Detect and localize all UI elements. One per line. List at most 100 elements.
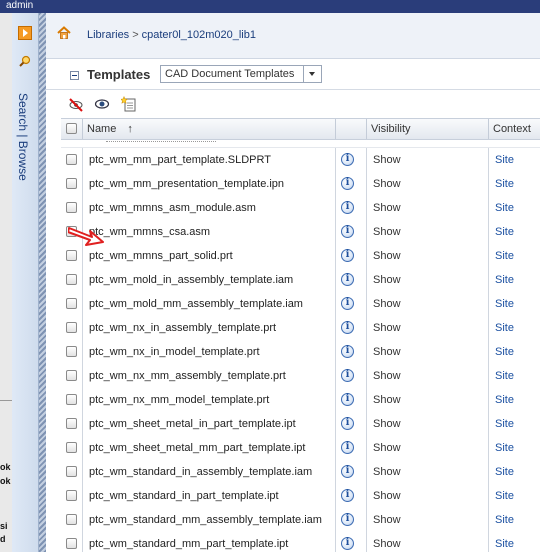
info-icon[interactable] bbox=[341, 369, 354, 382]
context-link[interactable]: Site bbox=[495, 514, 514, 526]
view-icon[interactable] bbox=[94, 96, 110, 112]
row-checkbox[interactable] bbox=[66, 442, 77, 453]
row-checkbox[interactable] bbox=[66, 418, 77, 429]
context-link[interactable]: Site bbox=[495, 490, 514, 502]
info-icon[interactable] bbox=[341, 441, 354, 454]
template-name[interactable]: ptc_wm_nx_mm_assembly_template.prt bbox=[89, 370, 286, 382]
context-link[interactable]: Site bbox=[495, 154, 514, 166]
panel-splitter[interactable] bbox=[39, 13, 46, 552]
context-link[interactable]: Site bbox=[495, 466, 514, 478]
header-context[interactable]: Context bbox=[489, 119, 540, 139]
template-type-select[interactable]: CAD Document Templates bbox=[160, 65, 322, 83]
table-row[interactable]: ptc_wm_mmns_asm_module.asm Show Site bbox=[61, 196, 540, 221]
table-row[interactable]: ptc_wm_standard_in_part_template.ipt Show… bbox=[61, 484, 540, 509]
table-row[interactable]: ptc_wm_mm_presentation_template.ipn Show S… bbox=[61, 172, 540, 197]
table-row[interactable]: ptc_wm_nx_in_model_template.prt Show Site bbox=[61, 340, 540, 365]
row-checkbox[interactable] bbox=[66, 250, 77, 261]
template-name[interactable]: ptc_wm_mm_part_template.SLDPRT bbox=[89, 154, 271, 166]
table-row[interactable]: ptc_wm_standard_in_assembly_template.iam… bbox=[61, 460, 540, 485]
table-row[interactable]: ptc_wm_nx_mm_assembly_template.prt Show Si… bbox=[61, 364, 540, 389]
row-checkbox[interactable] bbox=[66, 274, 77, 285]
breadcrumb-libraries-link[interactable]: Libraries bbox=[87, 29, 129, 41]
row-checkbox[interactable] bbox=[66, 394, 77, 405]
header-visibility[interactable]: Visibility bbox=[367, 119, 489, 139]
table-row[interactable]: ptc_wm_standard_mm_part_template.ipt Show… bbox=[61, 532, 540, 552]
context-link[interactable]: Site bbox=[495, 442, 514, 454]
home-icon[interactable] bbox=[57, 26, 71, 40]
context-link[interactable]: Site bbox=[495, 274, 514, 286]
context-link[interactable]: Site bbox=[495, 202, 514, 214]
search-browse-tabs[interactable]: Search | Browse bbox=[16, 93, 30, 181]
info-icon[interactable] bbox=[341, 393, 354, 406]
breadcrumb-library-link[interactable]: cpater0l_102m020_lib1 bbox=[142, 29, 256, 41]
info-icon[interactable] bbox=[341, 153, 354, 166]
row-checkbox[interactable] bbox=[66, 514, 77, 525]
context-link[interactable]: Site bbox=[495, 322, 514, 334]
row-checkbox[interactable] bbox=[66, 322, 77, 333]
row-checkbox[interactable] bbox=[66, 490, 77, 501]
template-name[interactable]: ptc_wm_nx_in_assembly_template.prt bbox=[89, 322, 276, 334]
info-icon[interactable] bbox=[341, 225, 354, 238]
info-icon[interactable] bbox=[341, 321, 354, 334]
row-checkbox[interactable] bbox=[66, 298, 77, 309]
table-row[interactable]: ptc_wm_mmns_csa.asm Show Site bbox=[61, 220, 540, 245]
row-checkbox[interactable] bbox=[66, 178, 77, 189]
template-name[interactable]: ptc_wm_standard_in_assembly_template.iam bbox=[89, 466, 312, 478]
template-name[interactable]: ptc_wm_mold_in_assembly_template.iam bbox=[89, 274, 293, 286]
context-link[interactable]: Site bbox=[495, 178, 514, 190]
info-icon[interactable] bbox=[341, 201, 354, 214]
table-row[interactable]: ptc_wm_standard_mm_assembly_template.iam… bbox=[61, 508, 540, 533]
row-checkbox[interactable] bbox=[66, 154, 77, 165]
context-link[interactable]: Site bbox=[495, 298, 514, 310]
info-icon[interactable] bbox=[341, 513, 354, 526]
info-icon[interactable] bbox=[341, 489, 354, 502]
table-row[interactable]: ptc_wm_mold_in_assembly_template.iam Show… bbox=[61, 268, 540, 293]
info-icon[interactable] bbox=[341, 249, 354, 262]
template-name[interactable]: ptc_wm_mmns_part_solid.prt bbox=[89, 250, 233, 262]
template-name[interactable]: ptc_wm_mmns_asm_module.asm bbox=[89, 202, 256, 214]
info-icon[interactable] bbox=[341, 177, 354, 190]
table-row[interactable]: ptc_wm_mold_mm_assembly_template.iam Show… bbox=[61, 292, 540, 317]
template-name[interactable]: ptc_wm_sheet_metal_mm_part_template.ipt bbox=[89, 442, 305, 454]
row-checkbox[interactable] bbox=[66, 346, 77, 357]
table-row[interactable]: ptc_wm_nx_mm_model_template.prt Show Site bbox=[61, 388, 540, 413]
template-name[interactable]: ptc_wm_sheet_metal_in_part_template.ipt bbox=[89, 418, 296, 430]
header-name[interactable]: Name ↑ bbox=[83, 119, 336, 139]
new-template-icon[interactable] bbox=[121, 96, 137, 112]
context-link[interactable]: Site bbox=[495, 418, 514, 430]
table-row[interactable]: ptc_wm_mm_part_template.SLDPRT Show Site bbox=[61, 148, 540, 173]
collapse-section-icon[interactable] bbox=[70, 71, 79, 80]
chevron-down-icon[interactable] bbox=[303, 66, 321, 82]
row-checkbox[interactable] bbox=[66, 370, 77, 381]
row-checkbox[interactable] bbox=[66, 538, 77, 549]
info-icon[interactable] bbox=[341, 345, 354, 358]
template-name[interactable]: ptc_wm_mold_mm_assembly_template.iam bbox=[89, 298, 303, 310]
info-icon[interactable] bbox=[341, 273, 354, 286]
context-link[interactable]: Site bbox=[495, 370, 514, 382]
context-link[interactable]: Site bbox=[495, 226, 514, 238]
search-icon[interactable] bbox=[19, 55, 31, 67]
row-checkbox[interactable] bbox=[66, 202, 77, 213]
template-name[interactable]: ptc_wm_nx_mm_model_template.prt bbox=[89, 394, 269, 406]
hide-icon[interactable] bbox=[68, 96, 84, 112]
template-name[interactable]: ptc_wm_standard_mm_assembly_template.iam bbox=[89, 514, 322, 526]
table-row[interactable]: ptc_wm_nx_in_assembly_template.prt Show Si… bbox=[61, 316, 540, 341]
template-name[interactable]: ptc_wm_standard_in_part_template.ipt bbox=[89, 490, 279, 502]
row-checkbox[interactable] bbox=[66, 466, 77, 477]
table-row[interactable]: ptc_wm_sheet_metal_mm_part_template.ipt S… bbox=[61, 436, 540, 461]
context-link[interactable]: Site bbox=[495, 250, 514, 262]
context-link[interactable]: Site bbox=[495, 346, 514, 358]
collapse-icon[interactable] bbox=[18, 26, 32, 40]
select-all-checkbox[interactable] bbox=[66, 123, 77, 134]
template-name[interactable]: ptc_wm_mmns_csa.asm bbox=[89, 226, 210, 238]
template-name[interactable]: ptc_wm_standard_mm_part_template.ipt bbox=[89, 538, 288, 550]
table-row[interactable]: ptc_wm_mmns_part_solid.prt Show Site bbox=[61, 244, 540, 269]
info-icon[interactable] bbox=[341, 465, 354, 478]
context-link[interactable]: Site bbox=[495, 394, 514, 406]
template-name[interactable]: ptc_wm_mm_presentation_template.ipn bbox=[89, 178, 284, 190]
info-icon[interactable] bbox=[341, 417, 354, 430]
context-link[interactable]: Site bbox=[495, 538, 514, 550]
info-icon[interactable] bbox=[341, 297, 354, 310]
info-icon[interactable] bbox=[341, 537, 354, 550]
template-name[interactable]: ptc_wm_nx_in_model_template.prt bbox=[89, 346, 260, 358]
